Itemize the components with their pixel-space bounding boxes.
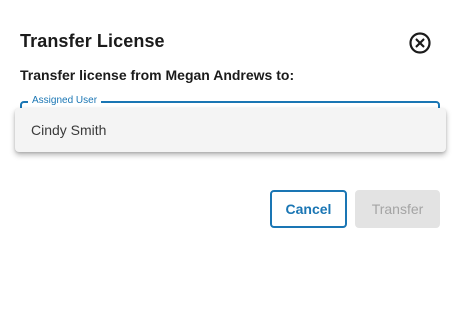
transfer-button[interactable]: Transfer	[355, 190, 440, 228]
assigned-user-dropdown-menu: Cindy Smith	[15, 108, 446, 152]
close-circle-icon	[409, 32, 431, 54]
assigned-user-label: Assigned User	[28, 95, 102, 107]
transfer-license-dialog: Transfer License Transfer license from M…	[0, 0, 462, 331]
close-button[interactable]	[408, 31, 432, 55]
cancel-button[interactable]: Cancel	[270, 190, 347, 228]
dialog-subtitle: Transfer license from Megan Andrews to:	[20, 67, 295, 83]
dialog-title: Transfer License	[20, 31, 165, 51]
dropdown-option-cindy-smith[interactable]: Cindy Smith	[15, 108, 446, 152]
